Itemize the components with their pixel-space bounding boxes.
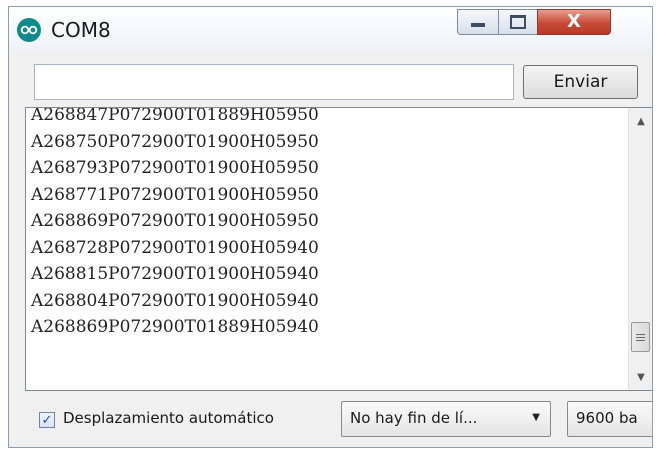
grip-line [636,333,645,335]
scroll-up-arrow-icon[interactable]: ▲ [629,108,652,134]
line-ending-value: No hay fin de lí... [350,409,478,427]
output-line: A268793P072900T01900H05950 [31,158,319,178]
close-button[interactable]: X [537,9,611,35]
baud-rate-value: 9600 ba [576,409,638,427]
send-button[interactable]: Enviar [523,65,638,99]
maximize-icon [510,15,526,29]
maximize-button[interactable] [498,9,538,35]
output-line: A268869P072900T01900H05950 [31,211,319,231]
baud-rate-dropdown[interactable]: 9600 ba [567,401,652,437]
scrollbar-thumb[interactable] [631,322,650,352]
serial-output-area[interactable]: A268847P072900T01889H05950 A268750P07290… [25,107,652,391]
close-icon: X [567,11,581,32]
window-title: COM8 [51,18,111,42]
title-bar[interactable]: COM8 X [9,7,652,51]
bottom-bar: ✓ Desplazamiento automático No hay fin d… [9,392,652,447]
output-line: A268815P072900T01900H05940 [31,264,319,284]
output-line: A268804P072900T01900H05940 [31,290,319,311]
scroll-down-arrow-icon[interactable]: ▼ [629,364,652,390]
output-line: A268847P072900T01889H05950 [31,107,319,125]
serial-monitor-window: COM8 X Enviar A268847P072900T01889H05950… [8,6,653,448]
vertical-scrollbar[interactable]: ▲ ▼ [628,108,652,390]
output-line: A268869P072900T01889H05940 [31,317,319,337]
grip-line [636,339,645,341]
minimize-button[interactable] [457,9,499,35]
serial-output-lines: A268847P072900T01889H05950 A268750P07290… [31,107,621,341]
send-input[interactable] [34,64,514,100]
line-ending-dropdown[interactable]: No hay fin de lí... ▼ [341,401,551,437]
output-line: A268728P072900T01900H05940 [31,237,319,258]
output-line: A268771P072900T01900H05950 [31,184,319,205]
minimize-icon [471,23,485,27]
chevron-down-icon: ▼ [532,412,540,423]
autoscroll-label[interactable]: Desplazamiento automático [63,409,274,427]
autoscroll-checkbox[interactable]: ✓ [39,412,55,428]
output-line: A268750P072900T01900H05950 [31,131,319,152]
arduino-infinity-icon [17,18,41,42]
checkmark-icon: ✓ [41,412,53,428]
grip-line [636,336,645,338]
